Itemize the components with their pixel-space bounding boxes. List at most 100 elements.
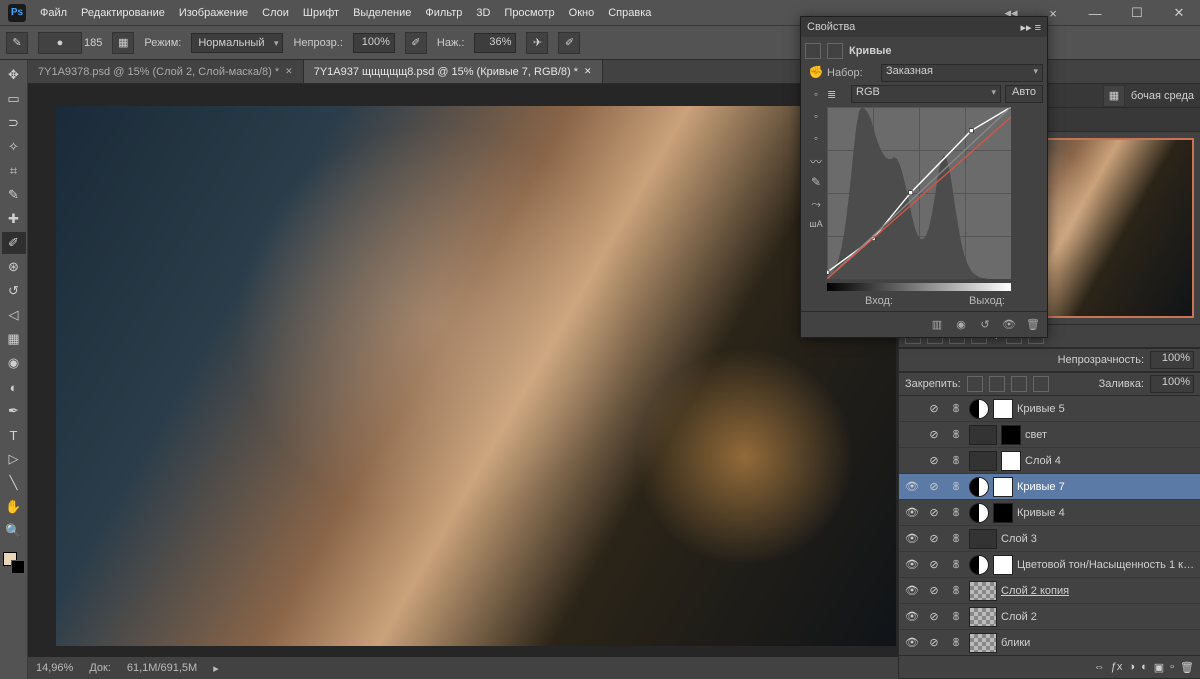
eyedropper-tool-icon[interactable]: ✎ [2,184,26,206]
hand-tool-icon[interactable]: ✋ [2,496,26,518]
visibility-icon[interactable]: 👁 [1001,318,1017,331]
menu-edit[interactable]: Редактирование [81,7,165,19]
link-slot[interactable]: ⊘ [925,402,943,415]
layer-row[interactable]: 👁⊘𝟠Слой 2 копия [899,578,1200,604]
channel-select[interactable]: RGB [851,85,1001,103]
visibility-icon[interactable]: 👁 [903,558,921,571]
link-slot[interactable]: ⊘ [925,454,943,467]
menu-layers[interactable]: Слои [262,7,289,19]
pencil-curve-icon[interactable]: ✎ [807,175,825,191]
layer-name[interactable]: Кривые 4 [1017,507,1196,519]
link-icon[interactable]: ⇔ [1094,661,1105,673]
dodge-tool-icon[interactable]: ◐ [2,376,26,398]
curves-graph[interactable] [827,107,1011,279]
view-prev-icon[interactable]: ◉ [953,318,969,331]
window-close-icon[interactable]: ✕ [1158,0,1200,26]
lock-pixel-icon[interactable] [989,376,1005,392]
blend-mode-select[interactable]: Нормальный [191,33,283,53]
visibility-icon[interactable]: 👁 [903,480,921,493]
visibility-icon[interactable]: 👁 [903,636,921,649]
layer-row[interactable]: 👁⊘𝟠Слой 3 [899,526,1200,552]
blur-tool-icon[interactable]: ◉ [2,352,26,374]
link-slot2[interactable]: 𝟠 [947,506,965,519]
visibility-icon[interactable]: 👁 [903,584,921,597]
link-slot[interactable]: ⊘ [925,610,943,623]
properties-panel[interactable]: Свойства ▸▸ ≡ Кривые ✊ ◦ ◦ ◦ 〰 ✎ ⤳ шА На… [800,16,1048,338]
sample-white-icon[interactable]: ◦ [807,87,825,103]
menu-view[interactable]: Просмотр [504,7,554,19]
new-layer-icon[interactable]: ▫ [1170,661,1174,673]
menu-type[interactable]: Шрифт [303,7,339,19]
document-canvas[interactable] [56,106,896,646]
wand-tool-icon[interactable]: ✧ [2,136,26,158]
layer-row[interactable]: 👁⊘𝟠Цветовой тон/Насыщенность 1 ко... [899,552,1200,578]
color-swatches[interactable] [3,552,25,574]
menu-window[interactable]: Окно [569,7,595,19]
input-ramp[interactable] [827,283,1011,291]
menu-3d[interactable]: 3D [476,7,490,19]
link-slot2[interactable]: 𝟠 [947,454,965,467]
layer-name[interactable]: Кривые 5 [1017,403,1196,415]
tablet-pressure-icon[interactable]: ✐ [558,32,580,54]
reset-icon[interactable]: ↺ [977,318,993,331]
link-slot2[interactable]: 𝟠 [947,428,965,441]
link-slot2[interactable]: 𝟠 [947,480,965,493]
layer-name[interactable]: Слой 3 [1001,533,1196,545]
layer-row[interactable]: 👁⊘𝟠блики [899,630,1200,655]
wa-icon[interactable]: шА [807,219,825,235]
menu-image[interactable]: Изображение [179,7,248,19]
layer-name[interactable]: свет [1025,429,1196,441]
menu-help[interactable]: Справка [608,7,651,19]
visibility-icon[interactable]: 👁 [903,506,921,519]
link-slot2[interactable]: 𝟠 [947,636,965,649]
heal-tool-icon[interactable]: ✚ [2,208,26,230]
airbrush-icon[interactable]: ✈ [526,32,548,54]
link-slot[interactable]: ⊘ [925,558,943,571]
menu-filter[interactable]: Фильтр [425,7,462,19]
sample-grey-icon[interactable]: ◦ [807,109,825,125]
lock-pos-icon[interactable] [1011,376,1027,392]
type-tool-icon[interactable]: T [2,424,26,446]
clip-icon[interactable]: ▥ [929,318,945,331]
path-tool-icon[interactable]: ▷ [2,448,26,470]
layer-name[interactable]: Слой 2 копия [1001,585,1196,597]
visibility-icon[interactable]: 👁 [903,610,921,623]
fx-icon[interactable]: ƒx [1111,661,1123,673]
window-max-icon[interactable]: ☐ [1116,0,1158,26]
layer-row[interactable]: ⊘ 𝟠 Слой 4 [899,448,1200,474]
brush-preview[interactable]: ● [38,32,82,54]
status-arrow-icon[interactable]: ▸ [213,662,219,675]
menu-select[interactable]: Выделение [353,7,411,19]
layer-name[interactable]: Слой 4 [1025,455,1196,467]
link-slot[interactable]: ⊘ [925,428,943,441]
layer-row[interactable]: ⊘ 𝟠 Кривые 5 [899,396,1200,422]
brush-tool-icon[interactable]: ✐ [2,232,26,254]
line-tool-icon[interactable]: ╲ [2,472,26,494]
lock-all-icon[interactable] [1033,376,1049,392]
zoom-readout[interactable]: 14,96% [36,662,73,674]
link-slot2[interactable]: 𝟠 [947,402,965,415]
layer-row[interactable]: ⊘ 𝟠 свет [899,422,1200,448]
window-min-icon[interactable]: — [1074,0,1116,26]
hand-drag-icon[interactable]: ✊ [807,65,825,81]
link-slot2[interactable]: 𝟠 [947,558,965,571]
link-slot[interactable]: ⊘ [925,636,943,649]
link-slot[interactable]: ⊘ [925,584,943,597]
document-tab[interactable]: 7Y1A937 щщщщщ8.psd @ 15% (Кривые 7, RGB/… [304,60,603,83]
sample-black-icon[interactable]: ◦ [807,131,825,147]
trash-icon[interactable]: 🗑 [1180,661,1194,674]
visibility-icon[interactable]: 👁 [903,532,921,545]
layer-opacity-input[interactable]: 100% [1150,351,1194,369]
brush-panel-icon[interactable]: ▦ [112,32,134,54]
workspace-picker-icon[interactable]: ▦ [1103,85,1125,107]
zoom-tool-icon[interactable]: 🔍 [2,520,26,542]
properties-titlebar[interactable]: Свойства ▸▸ ≡ [801,17,1047,37]
eraser-tool-icon[interactable]: ◁ [2,304,26,326]
close-icon[interactable]: ✕ [285,66,293,77]
gradient-tool-icon[interactable]: ▦ [2,328,26,350]
curve-point-icon[interactable]: 〰 [807,153,825,169]
stamp-tool-icon[interactable]: ⊛ [2,256,26,278]
new-adj-icon[interactable]: ◐ [1141,661,1148,673]
layer-name[interactable]: Кривые 7 [1017,481,1196,493]
move-tool-icon[interactable]: ✥ [2,64,26,86]
